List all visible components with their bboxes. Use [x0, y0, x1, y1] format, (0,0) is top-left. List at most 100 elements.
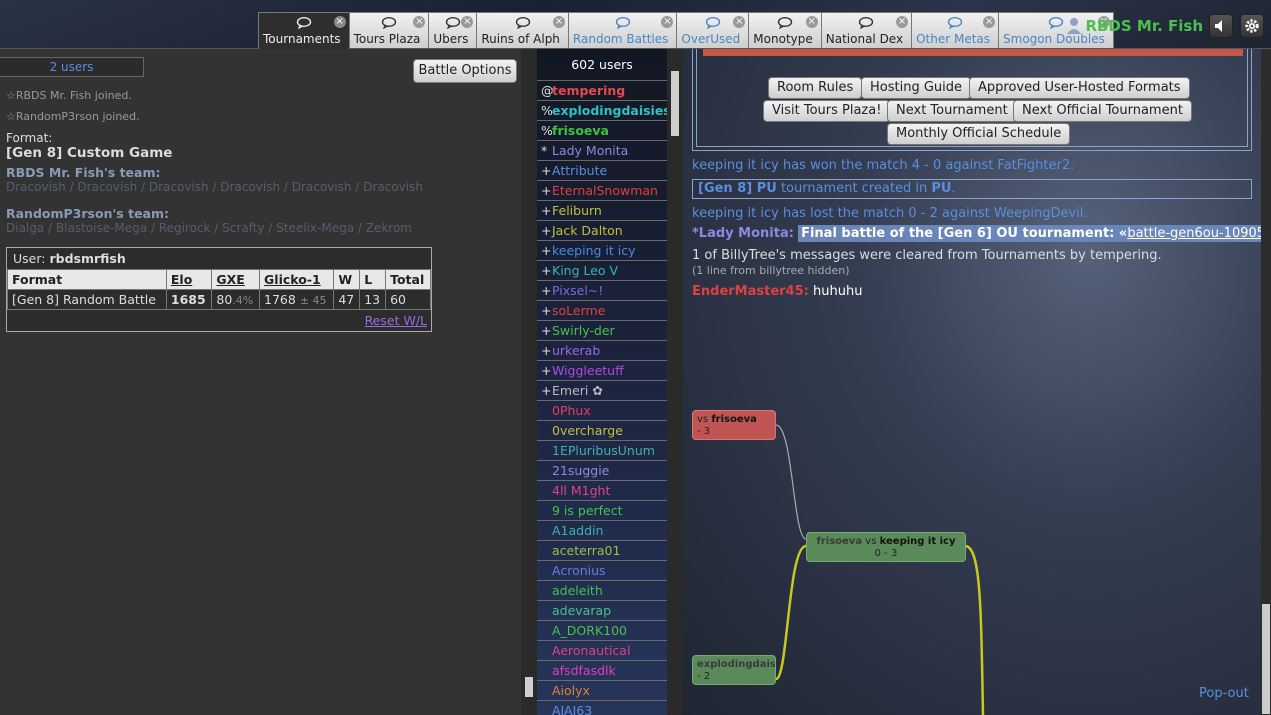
list-item[interactable]: +Feliburn — [537, 201, 667, 221]
list-item[interactable]: 1EPluribusUnum — [537, 441, 667, 461]
list-item[interactable]: afsdfasdlk — [537, 661, 667, 681]
scrollbar-thumb[interactable] — [671, 71, 679, 136]
user-bar: RBDS Mr. Fish — [1061, 12, 1271, 40]
user-group-symbol: + — [541, 163, 552, 178]
list-item[interactable]: A1addin — [537, 521, 667, 541]
close-icon[interactable]: × — [805, 16, 818, 28]
list-item[interactable]: +soLerme — [537, 301, 667, 321]
glicko-deviation: ± 45 — [299, 294, 327, 307]
list-item[interactable]: %frisoeva — [537, 121, 667, 141]
userlist-scrollbar[interactable] — [667, 49, 683, 715]
close-icon[interactable]: × — [413, 16, 426, 28]
tab-label: Random Battles — [572, 32, 669, 46]
list-item[interactable]: 0Phux — [537, 401, 667, 421]
list-item[interactable]: 0vercharge — [537, 421, 667, 441]
tab-tournaments[interactable]: Tournaments × — [258, 12, 350, 49]
tab-label: Ubers — [433, 32, 469, 46]
list-item[interactable]: Aiolyx — [537, 681, 667, 701]
list-item[interactable]: Acronius — [537, 561, 667, 581]
cell-w: 47 — [333, 289, 361, 310]
list-item[interactable]: +EternalSnowman — [537, 181, 667, 201]
list-item[interactable]: +keeping it icy — [537, 241, 667, 261]
list-item[interactable]: @tempering — [537, 81, 667, 101]
close-icon[interactable]: × — [661, 16, 674, 28]
list-item[interactable]: +King Leo V — [537, 261, 667, 281]
gear-icon — [1245, 19, 1259, 33]
user-name: 0Phux — [552, 403, 591, 418]
userlist-rows: @tempering %explodingdaisies %frisoeva * Lad… — [537, 81, 667, 715]
close-icon[interactable]: × — [333, 16, 346, 28]
list-item[interactable]: +Attribute — [537, 161, 667, 181]
cell-elo: 1685 — [165, 289, 213, 310]
player-name: frisoeva — [816, 536, 863, 547]
tab-label: Ruins of Alph — [481, 32, 560, 46]
bracket-match-node[interactable]: explodingdaisies - 2 — [692, 655, 776, 685]
user-name: tempering — [552, 83, 626, 98]
tab-national-dex[interactable]: National Dex × — [821, 12, 913, 48]
list-item[interactable]: +Wiggleetuff — [537, 361, 667, 381]
battle-options-button[interactable]: Battle Options — [413, 59, 517, 83]
bracket-match-node[interactable]: vs frisoeva - 3 — [692, 410, 776, 440]
ladder-table: Format Elo GXE Glicko-1 W L Total [Gen 8… — [7, 269, 431, 310]
chat-scrollbar[interactable] — [1261, 49, 1271, 715]
list-item[interactable]: 21suggie — [537, 461, 667, 481]
userlist-count[interactable]: 602 users — [537, 49, 667, 81]
tab-ubers[interactable]: Ubers × — [429, 12, 478, 48]
sound-button[interactable] — [1209, 14, 1233, 38]
chat-bubble-icon — [381, 17, 397, 29]
reset-wl-link[interactable]: Reset W/L — [7, 310, 431, 331]
col-glicko[interactable]: Glicko-1 — [259, 269, 335, 290]
close-icon[interactable]: × — [896, 16, 909, 28]
team2-list: Dialga / Blastoise-Mega / Regirock / Scr… — [6, 221, 412, 235]
list-item[interactable]: +Emeri ✿ — [537, 381, 667, 401]
list-item[interactable]: aceterra01 — [537, 541, 667, 561]
bracket-connectors — [774, 424, 985, 715]
list-item[interactable]: +Jack Dalton — [537, 221, 667, 241]
chat-bubble-icon — [947, 17, 963, 29]
user-group-symbol: + — [541, 243, 552, 258]
battle-scrollbar[interactable] — [521, 49, 537, 715]
list-item[interactable]: Aeronautical — [537, 641, 667, 661]
popout-link[interactable]: Pop-out — [1199, 686, 1249, 701]
list-item[interactable]: 9 is perfect — [537, 501, 667, 521]
scrollbar-thumb[interactable] — [1262, 604, 1270, 714]
cell-format: [Gen 8] Random Battle — [7, 289, 167, 310]
player-name: keeping it icy — [879, 536, 956, 547]
user-group-symbol: % — [541, 103, 553, 118]
tab-tours-plaza[interactable]: Tours Plaza × — [349, 12, 430, 48]
close-icon[interactable]: × — [461, 16, 474, 28]
user-group-symbol: + — [541, 203, 552, 218]
bracket-match-node[interactable]: frisoeva vs keeping it icy 0 - 3 — [806, 532, 966, 562]
list-item[interactable]: adevarap — [537, 601, 667, 621]
settings-button[interactable] — [1240, 14, 1264, 38]
tab-monotype[interactable]: Monotype × — [749, 12, 822, 48]
username-button[interactable]: RBDS Mr. Fish — [1061, 17, 1209, 35]
list-item[interactable]: AJAJ63 — [537, 701, 667, 715]
list-item[interactable]: A_DORK100 — [537, 621, 667, 641]
close-icon[interactable]: × — [552, 16, 565, 28]
table-row: [Gen 8] Random Battle 1685 80.4% 1768 ± … — [7, 289, 431, 310]
tab-overused[interactable]: OverUsed × — [677, 12, 750, 48]
col-elo[interactable]: Elo — [165, 269, 213, 290]
list-item[interactable]: +urkerab — [537, 341, 667, 361]
list-item[interactable]: adeleith — [537, 581, 667, 601]
header-bar: Tournaments × Tours Plaza × Ubers × Ruins of A… — [0, 0, 1271, 49]
tab-other-metas[interactable]: Other Metas × — [912, 12, 1000, 48]
list-item[interactable]: %explodingdaisies — [537, 101, 667, 121]
tab-random-battles[interactable]: Random Battles × — [568, 12, 678, 48]
user-group-symbol: % — [541, 123, 553, 138]
vs-label: vs — [865, 536, 877, 547]
battle-users-count[interactable]: 2 users — [0, 57, 144, 77]
close-icon[interactable]: × — [733, 16, 746, 28]
chat-bubble-icon — [445, 17, 461, 29]
list-item[interactable]: +Swirly-der — [537, 321, 667, 341]
col-gxe[interactable]: GXE — [211, 269, 261, 290]
user-name: Acronius — [552, 563, 606, 578]
tab-ruins-of-alph[interactable]: Ruins of Alph × — [477, 12, 569, 48]
list-item[interactable]: * Lady Monita — [537, 141, 667, 161]
close-icon[interactable]: × — [983, 16, 996, 28]
list-item[interactable]: 4ll M1ght — [537, 481, 667, 501]
scrollbar-thumb[interactable] — [525, 677, 533, 697]
col-glicko-label: Glicko-1 — [264, 272, 321, 287]
list-item[interactable]: +Pixsel~! — [537, 281, 667, 301]
